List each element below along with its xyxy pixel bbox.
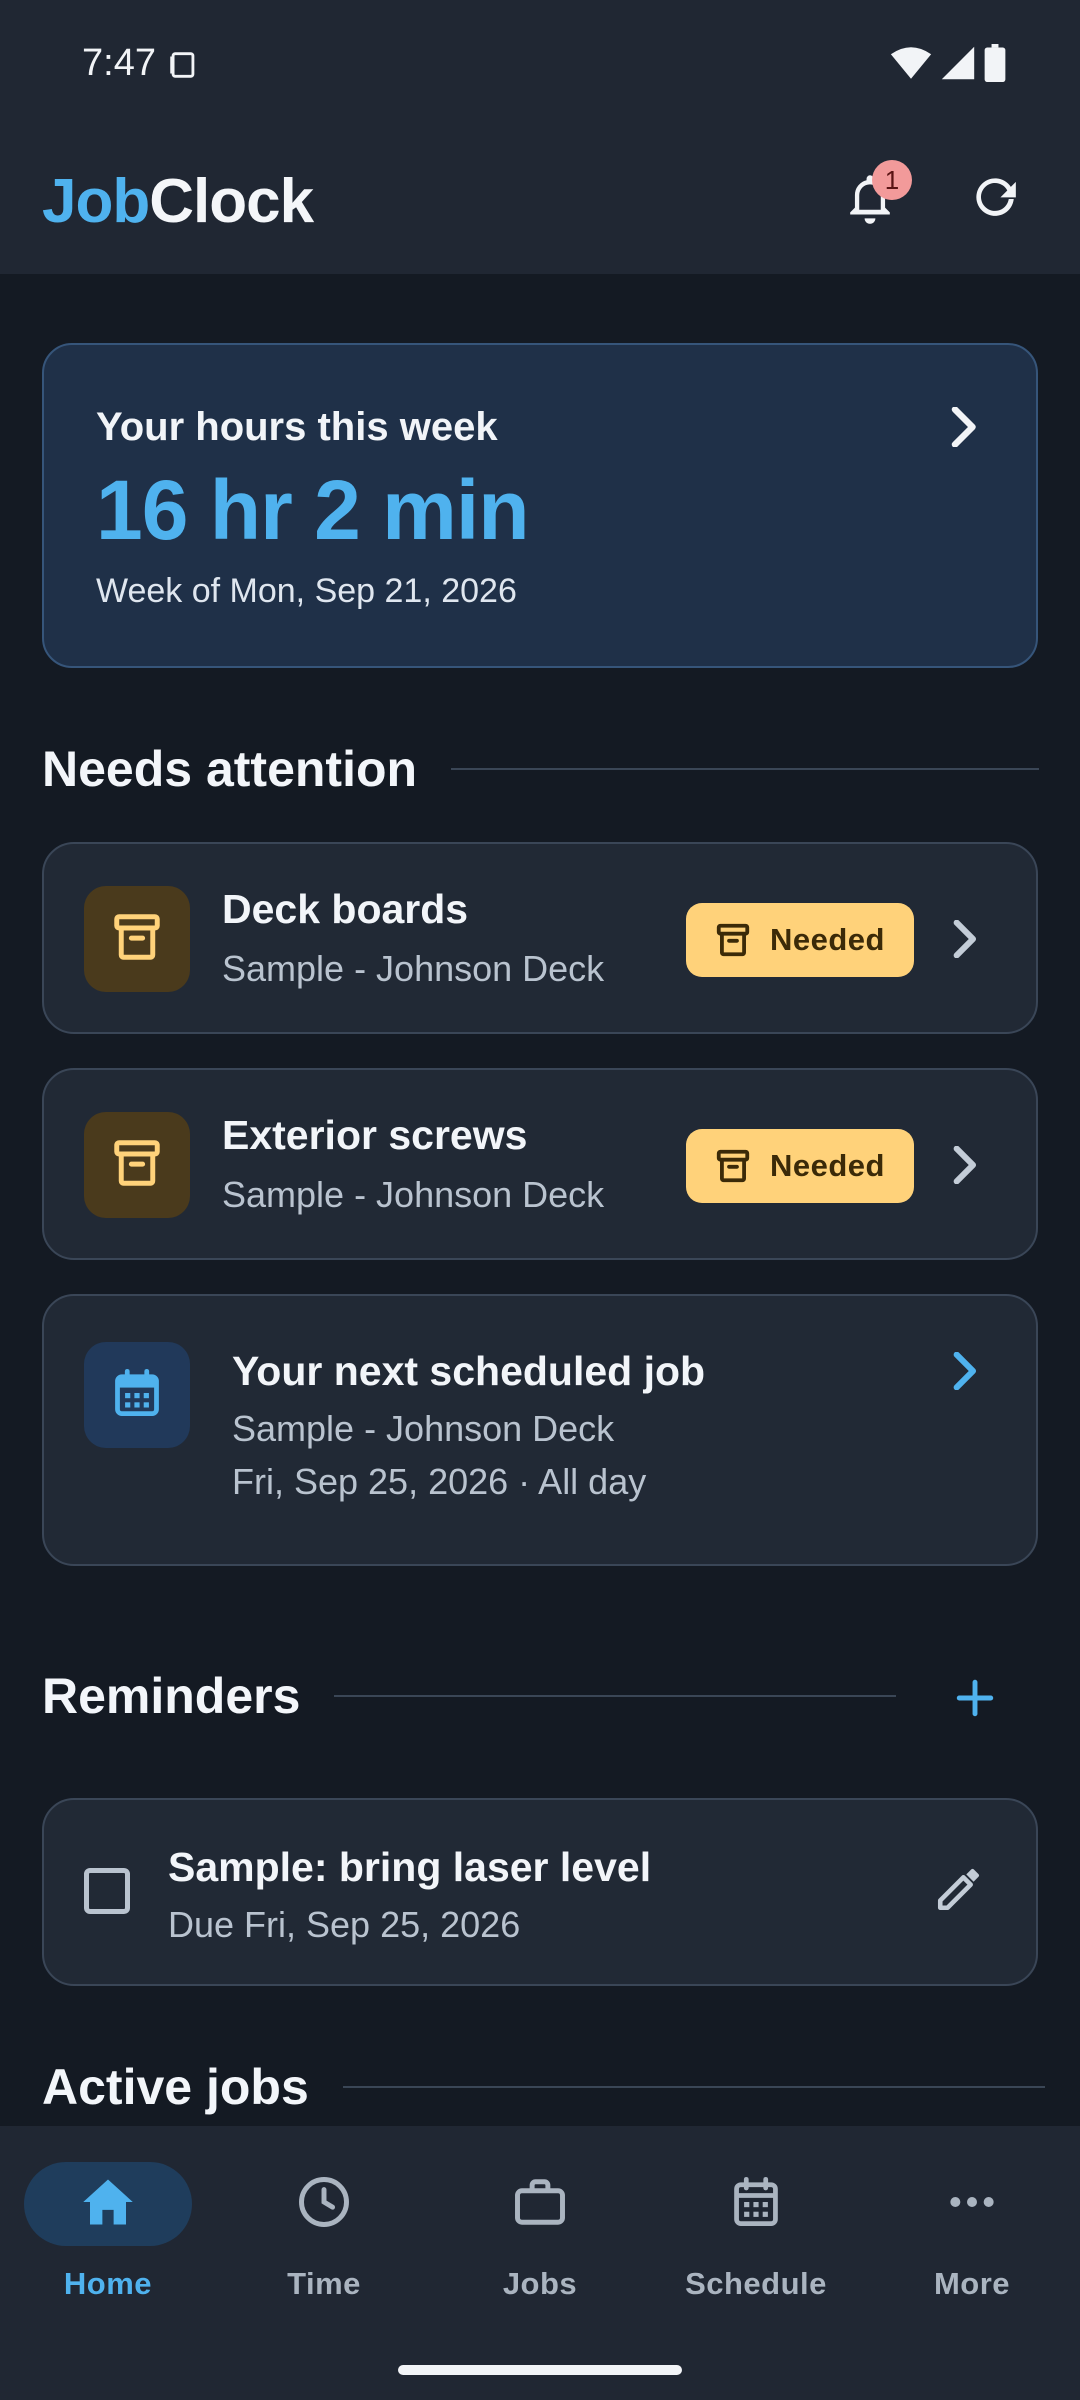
- reminders-header: Reminders: [42, 1667, 897, 1725]
- item-subtitle: Sample - Johnson Deck: [222, 948, 605, 989]
- weekly-hours-card[interactable]: Your hours this week 16 hr 2 min Week of…: [42, 343, 1038, 668]
- notifications-button[interactable]: 1: [825, 156, 915, 246]
- nav-home[interactable]: Home: [0, 2162, 216, 2322]
- next-scheduled-job-card[interactable]: Your next scheduled job Sample - Johnson…: [42, 1294, 1038, 1566]
- nav-jobs[interactable]: Jobs: [432, 2162, 648, 2322]
- home-indicator[interactable]: [398, 2365, 682, 2375]
- active-jobs-header: Active jobs: [42, 2058, 1045, 2116]
- item-subtitle: Sample - Johnson Deck: [222, 1174, 605, 1215]
- item-title: Exterior screws: [222, 1112, 528, 1158]
- app-title-job: Job: [42, 167, 150, 236]
- next-job-subtitle: Sample - Johnson Deck: [232, 1408, 615, 1449]
- chevron-right-icon: [952, 919, 980, 963]
- status-badge-label: Needed: [770, 922, 885, 957]
- edit-reminder-button[interactable]: [914, 1846, 1004, 1936]
- refresh-icon: [970, 174, 1020, 229]
- archive-box-icon: [110, 1136, 164, 1195]
- reminder-title: Sample: bring laser level: [168, 1844, 652, 1890]
- chevron-right-icon: [950, 406, 980, 452]
- refresh-button[interactable]: [950, 156, 1040, 246]
- section-title: Active jobs: [42, 2059, 309, 2115]
- divider: [342, 2086, 1045, 2088]
- archive-box-icon: [110, 910, 164, 969]
- nav-label: More: [933, 2266, 1011, 2301]
- calendar-icon: [730, 2175, 782, 2234]
- chevron-right-icon: [952, 1351, 980, 1395]
- attention-item-deck-boards[interactable]: Deck boards Sample - Johnson Deck Needed: [42, 842, 1038, 1034]
- status-badge-label: Needed: [770, 1148, 885, 1183]
- nav-indicator: [672, 2162, 840, 2246]
- app-title: JobClock: [42, 166, 314, 237]
- status-badge: Needed: [686, 903, 914, 977]
- nav-indicator: [456, 2162, 624, 2246]
- nav-indicator: [240, 2162, 408, 2246]
- status-time: 7:47: [82, 42, 156, 84]
- divider: [451, 768, 1040, 770]
- plus-icon: [954, 1677, 996, 1724]
- battery-icon: [984, 44, 1006, 87]
- nav-schedule[interactable]: Schedule: [648, 2162, 864, 2322]
- chevron-right-icon: [952, 1145, 980, 1189]
- app-bar: JobClock 1: [0, 128, 1080, 274]
- item-icon-container: [84, 1112, 190, 1218]
- section-title: Needs attention: [42, 741, 418, 797]
- more-horizontal-icon: [947, 2192, 997, 2217]
- nav-indicator: [888, 2162, 1056, 2246]
- add-reminder-button[interactable]: [930, 1655, 1020, 1745]
- reminder-due-date: Due Fri, Sep 25, 2026: [168, 1904, 521, 1945]
- signal-icon: [940, 45, 976, 86]
- bottom-navigation: Home Time Jobs Schedule More: [0, 2126, 1080, 2400]
- section-title: Reminders: [42, 1668, 301, 1724]
- notification-badge: 1: [872, 160, 912, 200]
- nav-label: Schedule: [685, 2266, 827, 2301]
- reminder-item: Sample: bring laser level Due Fri, Sep 2…: [42, 1798, 1038, 1986]
- sim-card-icon: [166, 48, 200, 87]
- clock-icon: [297, 2175, 351, 2234]
- weekly-hours-value: 16 hr 2 min: [96, 463, 530, 557]
- next-job-date: Fri, Sep 25, 2026 · All day: [232, 1461, 647, 1502]
- nav-label: Home: [63, 2266, 153, 2301]
- wifi-icon: [890, 45, 932, 86]
- archive-box-icon: [714, 1147, 752, 1185]
- status-badge: Needed: [686, 1129, 914, 1203]
- nav-label: Jobs: [502, 2266, 578, 2301]
- status-bar: 7:47: [0, 0, 1080, 128]
- nav-label: Time: [287, 2266, 361, 2301]
- attention-item-exterior-screws[interactable]: Exterior screws Sample - Johnson Deck Ne…: [42, 1068, 1038, 1260]
- weekly-hours-week: Week of Mon, Sep 21, 2026: [96, 572, 517, 610]
- next-job-title: Your next scheduled job: [232, 1348, 706, 1394]
- item-icon-container: [84, 886, 190, 992]
- nav-more[interactable]: More: [864, 2162, 1080, 2322]
- briefcase-icon: [513, 2177, 567, 2232]
- needs-attention-header: Needs attention: [42, 740, 1040, 798]
- item-title: Deck boards: [222, 886, 469, 932]
- nav-indicator: [24, 2162, 192, 2246]
- home-icon: [81, 2177, 135, 2232]
- nav-time[interactable]: Time: [216, 2162, 432, 2322]
- pencil-icon: [934, 1864, 984, 1919]
- calendar-icon: [111, 1367, 163, 1424]
- archive-box-icon: [714, 921, 752, 959]
- app-title-clock: Clock: [149, 167, 314, 236]
- reminder-checkbox[interactable]: [84, 1868, 130, 1914]
- item-icon-container: [84, 1342, 190, 1448]
- divider: [334, 1695, 897, 1697]
- weekly-hours-label: Your hours this week: [96, 405, 498, 449]
